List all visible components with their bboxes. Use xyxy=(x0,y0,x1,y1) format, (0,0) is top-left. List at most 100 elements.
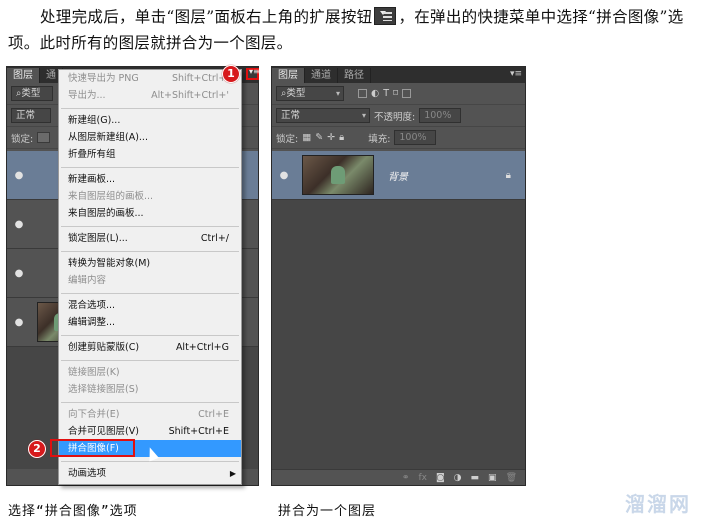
folder-icon[interactable]: ▬ xyxy=(471,473,480,483)
menu-item-label: 链接图层(K) xyxy=(68,367,120,378)
new-layer-icon[interactable]: ▣ xyxy=(488,473,497,483)
lock-label: 锁定: xyxy=(11,133,34,145)
lock-icon: 🔒︎ xyxy=(505,169,511,181)
menu-item-shortcut: Shift+Ctrl+E xyxy=(168,426,229,437)
menu-item[interactable]: 混合选项... xyxy=(59,297,241,314)
menu-item: 链接图层(K) xyxy=(59,364,241,381)
menu-item: 导出为... Alt+Shift+Ctrl+' xyxy=(59,87,241,104)
menu-item[interactable]: 动画选项 ▶ xyxy=(59,465,241,482)
filter-pixel-icon[interactable] xyxy=(358,89,367,98)
caption-left: 选择“拼合图像”选项 xyxy=(8,504,138,519)
menu-item-label: 新建组(G)... xyxy=(68,115,121,126)
filter-type-label: 类型 xyxy=(21,88,41,99)
menu-item-label: 从图层新建组(A)... xyxy=(68,132,148,143)
panel-expand-button[interactable]: ▾≡ xyxy=(246,67,260,80)
watermark: 溜溜网 xyxy=(625,492,691,516)
eye-icon[interactable]: ● xyxy=(7,317,31,328)
menu-separator xyxy=(61,334,239,336)
menu-item[interactable]: 折叠所有组 xyxy=(59,146,241,163)
panel-menu-icon: ▾≡ xyxy=(249,67,260,76)
menu-item-label: 编辑内容 xyxy=(68,275,107,286)
tab-layers[interactable]: 图层 xyxy=(272,68,305,83)
opacity-label: 不透明度: xyxy=(374,111,416,123)
fx-icon[interactable]: fx xyxy=(418,473,427,483)
trash-icon[interactable]: 🗑︎ xyxy=(506,473,517,483)
intro-text-before: 处理完成后，单击“图层”面板右上角的扩展按钮 xyxy=(40,8,373,26)
filter-type-dropdown[interactable]: ⌕类型 xyxy=(11,86,53,101)
blend-mode-dropdown[interactable]: 正常 ▾ xyxy=(276,108,370,123)
intro-paragraph: 处理完成后，单击“图层”面板右上角的扩展按钮 ，在弹出的快捷菜单中选择“拼合图像”… xyxy=(8,4,703,56)
fill-field[interactable]: 100% xyxy=(394,130,437,145)
layer-thumbnail xyxy=(302,155,374,195)
fill-label: 填充: xyxy=(368,133,391,145)
menu-separator xyxy=(61,225,239,227)
lock-all-icon[interactable]: 🔒︎ xyxy=(339,132,344,143)
menu-item[interactable]: 转换为智能对象(M) xyxy=(59,255,241,272)
menu-separator xyxy=(61,401,239,403)
menu-item[interactable]: 编辑调整... xyxy=(59,314,241,331)
panel-menu-icon xyxy=(374,7,397,25)
eye-icon[interactable]: ● xyxy=(7,219,31,230)
panel-footer: ⚭ fx ◙ ◑ ▬ ▣ 🗑︎ xyxy=(272,469,525,485)
adjustment-icon[interactable]: ◑ xyxy=(454,473,462,483)
tab-paths[interactable]: 路径 xyxy=(338,68,371,83)
blend-mode-value: 正常 xyxy=(281,110,301,121)
eye-icon[interactable]: ● xyxy=(272,170,296,181)
tab-channels[interactable]: 通道 xyxy=(305,68,338,83)
menu-item: 来自图层组的画板... xyxy=(59,188,241,205)
menu-item[interactable]: 创建剪贴蒙版(C) Alt+Ctrl+G xyxy=(59,339,241,356)
menu-item[interactable]: 新建画板... xyxy=(59,171,241,188)
menu-separator xyxy=(61,107,239,109)
layer-row[interactable]: ● 背景 🔒︎ xyxy=(272,151,525,200)
filter-smart-icon[interactable] xyxy=(402,89,411,98)
link-icon[interactable]: ⚭ xyxy=(402,473,410,483)
layers-panel-after: 图层 通道 路径 ▾≡ ⌕类型 ▾ ◐ T ⌑ 正常 ▾ 不透明度: 100% 锁定… xyxy=(271,66,526,486)
menu-item[interactable]: 锁定图层(L)... Ctrl+/ xyxy=(59,230,241,247)
panel-tabbar: 图层 通道 路径 ▾≡ xyxy=(272,67,525,83)
menu-item-shortcut: Shift+Ctrl+' xyxy=(171,73,229,84)
menu-item-label: 创建剪贴蒙版(C) xyxy=(68,342,140,353)
opacity-field[interactable]: 100% xyxy=(419,108,462,123)
blend-row: 正常 ▾ 不透明度: 100% xyxy=(272,105,525,127)
chevron-down-icon: ▾ xyxy=(361,111,366,120)
menu-item: 快速导出为 PNG Shift+Ctrl+' xyxy=(59,70,241,87)
menu-separator xyxy=(61,359,239,361)
menu-separator xyxy=(61,166,239,168)
filter-text-icon[interactable]: T xyxy=(383,88,389,99)
lock-transparent-icon[interactable]: ▦ xyxy=(302,132,311,143)
menu-item-label: 来自图层组的画板... xyxy=(68,191,154,202)
menu-item-shortcut: Alt+Shift+Ctrl+' xyxy=(151,90,229,101)
lock-transparent-icon[interactable] xyxy=(37,132,51,143)
filter-type-label: 类型 xyxy=(286,88,306,99)
menu-item-label: 快速导出为 PNG xyxy=(68,73,139,84)
filter-type-dropdown[interactable]: ⌕类型 ▾ xyxy=(276,86,344,101)
menu-item-label: 导出为... xyxy=(68,90,106,101)
menu-item[interactable]: 从图层新建组(A)... xyxy=(59,129,241,146)
filter-adjust-icon[interactable]: ◐ xyxy=(371,88,379,99)
lock-move-icon[interactable]: ✛ xyxy=(327,132,335,143)
lock-brush-icon[interactable]: ✎ xyxy=(315,132,323,143)
menu-item[interactable]: 合并可见图层(V) Shift+Ctrl+E xyxy=(59,423,241,440)
layer-name[interactable]: 背景 xyxy=(388,168,506,183)
panel-menu-icon[interactable]: ▾≡ xyxy=(510,69,522,79)
step-badge-2: 2 xyxy=(28,440,46,458)
mask-icon[interactable]: ◙ xyxy=(436,473,445,483)
menu-item-label: 混合选项... xyxy=(68,300,116,311)
layer-list: ● 背景 🔒︎ xyxy=(272,151,525,469)
submenu-arrow-icon: ▶ xyxy=(229,469,236,478)
tab-layers[interactable]: 图层 xyxy=(7,68,40,83)
menu-item[interactable]: 来自图层的画板... xyxy=(59,205,241,222)
filter-shape-icon[interactable]: ⌑ xyxy=(393,88,398,99)
chevron-down-icon: ▾ xyxy=(335,89,340,98)
menu-item-label: 编辑调整... xyxy=(68,317,116,328)
menu-item-shortcut: Alt+Ctrl+G xyxy=(175,342,229,353)
eye-icon[interactable]: ● xyxy=(7,170,31,181)
panel-flyout-menu: 快速导出为 PNG Shift+Ctrl+' 导出为... Alt+Shift+Ctr… xyxy=(58,69,242,485)
lock-row: 锁定: ▦ ✎ ✛ 🔒︎ 填充: 100% xyxy=(272,127,525,149)
menu-item-label: 锁定图层(L)... xyxy=(68,233,128,244)
menu-item[interactable]: 新建组(G)... xyxy=(59,112,241,129)
blend-mode-dropdown[interactable]: 正常 xyxy=(11,108,51,123)
menu-item: 向下合并(E) Ctrl+E xyxy=(59,406,241,423)
eye-icon[interactable]: ● xyxy=(7,268,31,279)
menu-item-label: 转换为智能对象(M) xyxy=(68,258,151,269)
